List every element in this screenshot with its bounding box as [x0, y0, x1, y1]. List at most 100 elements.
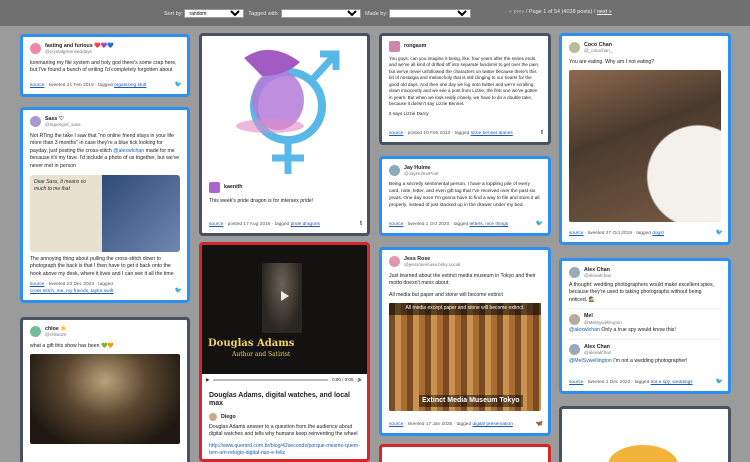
author-name: kaenith [224, 184, 243, 191]
volume-icon[interactable]: 🔊 [357, 377, 363, 384]
tag-link[interactable]: pride dragons [291, 222, 320, 227]
cross-stitch-text: Dear Sass, It means so much to me that [30, 174, 102, 252]
link-title[interactable]: Douglas Adams, digital watches, and loca… [209, 392, 360, 409]
post-text: You are eating. Why am I not eating? [569, 58, 655, 65]
post-meta: source · posted 10 Feb 2013 · tagged liz… [389, 131, 513, 137]
avatar [569, 267, 580, 279]
post-card: Alex Chan @alexwlchan A thought: wedding … [559, 258, 731, 394]
post-text: You guys, can you imagine it being, like… [389, 56, 540, 106]
tagged-select[interactable] [280, 9, 361, 18]
post-meta: source · tweeted 21 Feb 2019 · tagged or… [30, 83, 147, 89]
bird-icon[interactable]: 🐦 [175, 287, 182, 296]
post-meta: source · posted 17 Aug 2016 · tagged pri… [209, 222, 320, 228]
tag-link[interactable]: not a spy, weddings [651, 380, 693, 385]
made-by-label: Made by: [365, 10, 388, 17]
mention-link[interactable]: @alexwlchan [569, 327, 600, 333]
source-link[interactable]: source [209, 222, 223, 227]
made-by-select[interactable] [389, 9, 472, 18]
post-text: This week's pride dragon is for intersex… [209, 198, 314, 204]
post-card [379, 444, 551, 462]
post-card: Sass ♡ @superginf_sass Not RTing the take… [20, 107, 190, 303]
post-card: rongasm You guys, can you imagine it bei… [379, 33, 551, 145]
avatar [569, 344, 580, 356]
bird-icon[interactable]: 🐦 [716, 229, 723, 238]
tag-link[interactable]: lizzie bennet diaries [471, 131, 513, 136]
post-meta: source · skeeted 17 Jan 2025 · tagged di… [389, 422, 513, 428]
author-name: Diego [221, 413, 236, 420]
source-link[interactable]: source [389, 222, 403, 227]
video-progress-bar[interactable] [213, 379, 329, 381]
post-meta: source · tweeted 27 Oct 2019 · tagged do… [569, 231, 664, 237]
source-link[interactable]: source [569, 231, 583, 236]
bird-icon[interactable]: 🐦 [536, 220, 543, 229]
source-link[interactable]: source [389, 131, 403, 136]
author-handle: @jessrosemuse.bsky.social [404, 262, 461, 268]
made-by-control: Made by: [365, 9, 472, 18]
author-handle: @MelSywellington [584, 319, 622, 325]
source-link[interactable]: source [30, 83, 44, 88]
post-card: kaenith This week's pride dragon is for … [199, 33, 370, 236]
post-card: chloe ☀️ @chloe29 what a gift this show h… [20, 317, 190, 462]
post-meta: source · tweeted 23 Dec 2023 · tagged cr… [30, 282, 114, 295]
post-text: Being a secretly sentimental person, I h… [389, 181, 540, 208]
author-handle: @JayHulmePoet [404, 171, 439, 177]
orange-shape-image [608, 445, 678, 462]
post-text: Just learned about the extinct media mus… [389, 272, 536, 287]
play-icon[interactable] [281, 291, 291, 301]
post-text: @MelSywellington I'm not a wedding photo… [569, 357, 688, 364]
prev-link: « prev [509, 9, 525, 15]
source-link[interactable]: source [30, 282, 44, 287]
mention-link[interactable]: @MelSywellington [569, 358, 612, 364]
tag-link[interactable]: letters, nice things [470, 222, 509, 227]
pagination: « prev / Page 1 of 54 (4038 posts) / nex… [509, 9, 612, 15]
video-title: Douglas Adams [208, 338, 295, 349]
video-player[interactable]: Douglas Adams Author and Satirist ▶ 0:00… [202, 245, 367, 386]
tag-link[interactable]: organising stuff [114, 83, 146, 88]
avatar [569, 313, 580, 325]
avatar [389, 256, 400, 268]
photo-caption-top: All media except paper and stone will be… [389, 303, 541, 315]
dog-photo [569, 70, 721, 223]
tag-link[interactable]: dogs! [652, 231, 664, 236]
post-meta: source · tweeted 1 Oct 2020 · tagged let… [389, 222, 509, 228]
author-handle: @alexwlchan [584, 350, 612, 356]
url-link[interactable]: http://www.quemrd.com.br/blog/42seconds/… [209, 443, 360, 458]
post-text: what a gift this show has been 💚🧡 [30, 342, 114, 349]
tag-link[interactable]: cross stitch, me, my friends, taylor swi… [30, 289, 113, 294]
avatar [30, 116, 41, 128]
post-text: @alexwlchan Only a true spy would know t… [569, 327, 676, 334]
source-link[interactable]: source [389, 422, 403, 427]
page-info: / Page 1 of 54 (4038 posts) / [525, 9, 596, 15]
post-text: A thought: wedding photographers would m… [569, 281, 715, 303]
stage-photo [30, 354, 180, 445]
tumblr-icon[interactable]: t [541, 129, 543, 138]
tumblr-icon[interactable]: t [360, 220, 362, 229]
source-link[interactable]: source [569, 380, 583, 385]
bird-icon[interactable]: 🐦 [716, 378, 723, 387]
post-card: fasting and furious ❤️💜💙 @crystalgreensed… [20, 34, 190, 97]
tag-link[interactable]: digital preservation [472, 422, 512, 427]
sort-control: Sort by: random [164, 9, 245, 18]
photo-caption-bottom: Extinct Media Museum Tokyo [419, 395, 523, 408]
mention-link[interactable]: @alexwlchan [113, 148, 144, 154]
sort-select[interactable]: random [184, 9, 245, 18]
post-text: Douglas Adams answer to a question from … [209, 423, 358, 438]
video-time: 0:00 / 0:00 [332, 376, 354, 382]
post-text: The annoying thing about pulling the cro… [30, 255, 174, 277]
museum-photo: All media except paper and stone will be… [389, 303, 541, 412]
avatar [30, 43, 41, 55]
post-text: Not RTing the take I saw that "no online… [30, 132, 180, 169]
video-subtitle: Author and Satirist [232, 351, 291, 358]
tagged-control: · Tagged with: [245, 9, 361, 18]
author-name: rongasm [404, 43, 427, 50]
butterfly-icon[interactable]: 🦋 [536, 420, 543, 429]
bird-icon[interactable]: 🐦 [175, 81, 182, 90]
post-card: Jess Rose @jessrosemuse.bsky.social Just … [379, 247, 551, 436]
play-button[interactable]: ▶ [206, 377, 209, 384]
next-link[interactable]: next » [597, 9, 612, 15]
avatar [389, 41, 400, 52]
cross-stitch-photo: Dear Sass, It means so much to me that [30, 174, 180, 252]
post-text: It says Lizzie Darcy. [389, 111, 430, 117]
avatar [389, 165, 400, 177]
post-text: All media but paper and stone will becom… [389, 291, 503, 298]
